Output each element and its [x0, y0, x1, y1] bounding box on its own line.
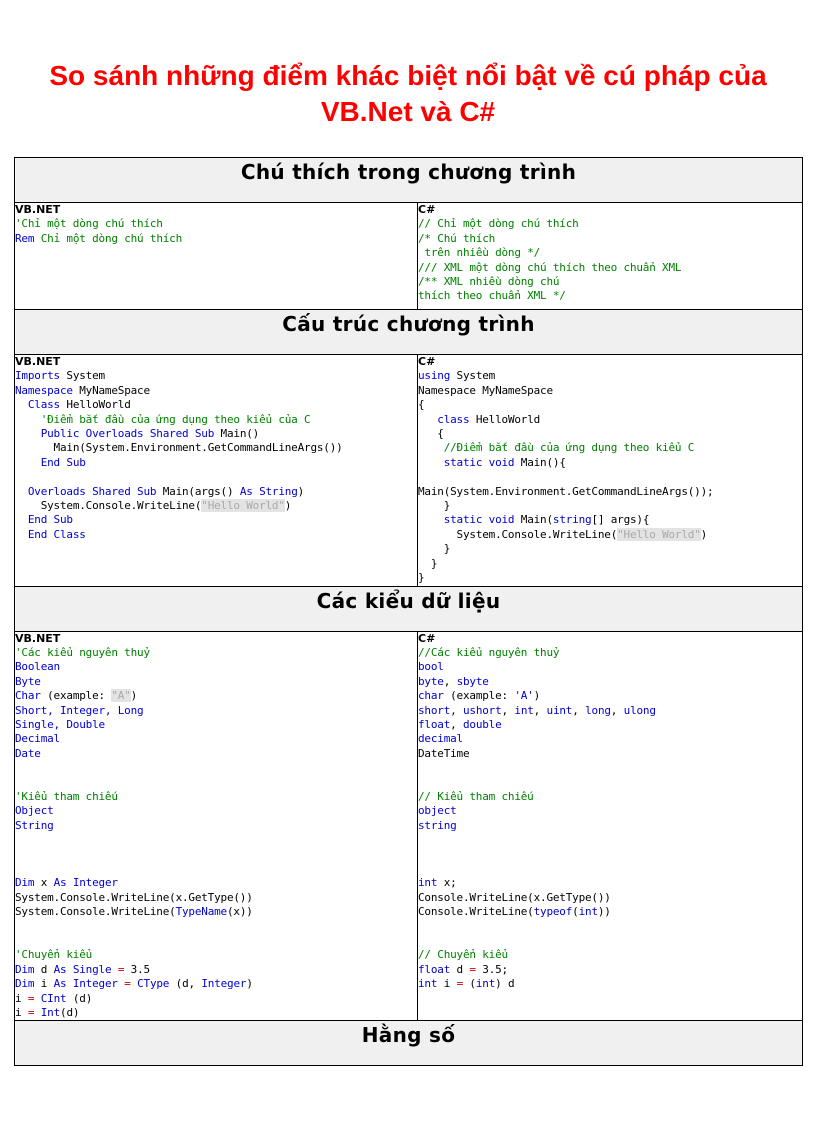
section-header-comments: Chú thích trong chương trình	[13, 157, 804, 203]
vb-lang-label: VB.NET	[15, 203, 61, 216]
section-title-structure: Cấu trúc chương trình	[282, 312, 535, 336]
section-title-datatypes: Các kiểu dữ liệu	[316, 588, 501, 613]
vb-cell-comments: VB.NET 'Chỉ một dòng chú thích Rem Chỉ m…	[14, 202, 418, 310]
comparison-table: Chú thích trong chương trình VB.NET 'Chỉ…	[13, 157, 804, 1067]
cs-code-structure: using System Namespace MyNameSpace { cla…	[418, 369, 714, 585]
cs-cell-datatypes: C# //Các kiểu nguyên thuỷ bool byte, sby…	[416, 630, 804, 1022]
vb-cell-structure: VB.NET Imports System Namespace MyNameSp…	[14, 354, 418, 587]
section-header-structure: Cấu trúc chương trình	[13, 309, 804, 355]
vb-code-datatypes: 'Các kiểu nguyên thuỷ Boolean Byte Char …	[15, 645, 253, 1020]
section-title-constants: Hằng số	[361, 1023, 456, 1048]
cs-cell-comments: C# // Chỉ một dòng chú thích /* Chú thíc…	[416, 202, 804, 310]
vb-cell-datatypes: VB.NET 'Các kiểu nguyên thuỷ Boolean Byt…	[14, 630, 418, 1022]
vb-lang-label: VB.NET	[15, 631, 61, 645]
vb-code-structure: Imports System Namespace MyNameSpace Cla…	[15, 369, 343, 541]
cs-cell-structure: C# using System Namespace MyNameSpace { …	[416, 354, 804, 587]
cs-code-datatypes: //Các kiểu nguyên thuỷ bool byte, sbyte …	[418, 645, 656, 991]
section-header-constants: Hằng số	[13, 1020, 804, 1067]
section-body-datatypes: VB.NET 'Các kiểu nguyên thuỷ Boolean Byt…	[14, 630, 804, 1022]
section-body-structure: VB.NET Imports System Namespace MyNameSp…	[14, 354, 804, 587]
vb-lang-label: VB.NET	[15, 355, 61, 368]
cs-code-comments: // Chỉ một dòng chú thích /* Chú thích t…	[418, 217, 682, 303]
vb-code-comments: 'Chỉ một dòng chú thích Rem Chỉ một dòng…	[15, 217, 183, 245]
section-title-comments: Chú thích trong chương trình	[240, 160, 577, 184]
document-page: So sánh những điểm khác biệt nổi bật về …	[0, 0, 816, 1123]
page-title: So sánh những điểm khác biệt nổi bật về …	[49, 60, 767, 128]
section-body-comments: VB.NET 'Chỉ một dòng chú thích Rem Chỉ m…	[14, 202, 804, 310]
cs-lang-label: C#	[418, 631, 436, 645]
cs-lang-label: C#	[418, 203, 436, 216]
cs-lang-label: C#	[418, 355, 436, 368]
section-header-datatypes: Các kiểu dữ liệu	[13, 585, 804, 632]
